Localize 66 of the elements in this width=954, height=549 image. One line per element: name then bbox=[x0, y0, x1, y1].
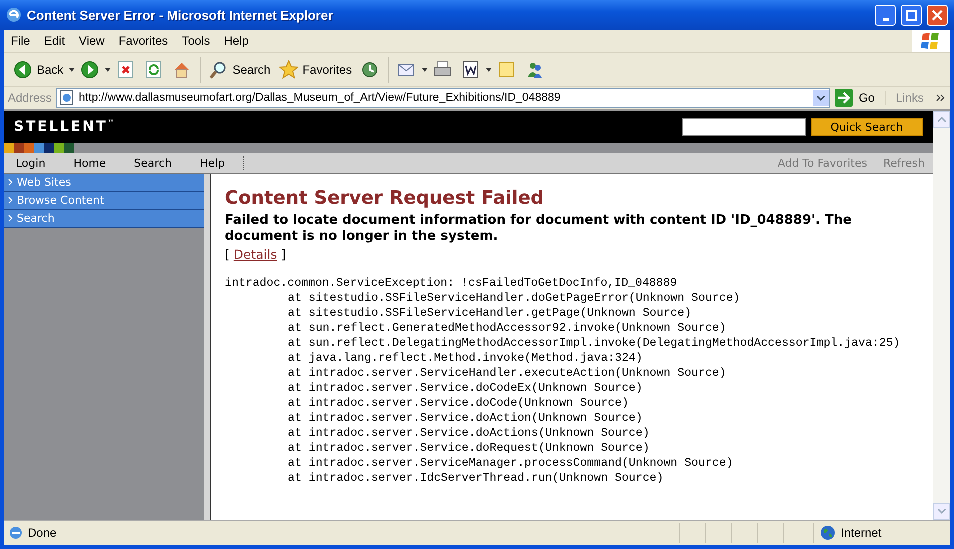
details-link[interactable]: Details bbox=[234, 247, 278, 262]
caret-down-icon bbox=[938, 509, 946, 514]
nav-link[interactable]: Search bbox=[120, 156, 186, 170]
stack-frame-line: at intradoc.server.ServiceManager.processCommand(Unknown Source) bbox=[288, 457, 734, 470]
sidebar-item[interactable]: Search bbox=[4, 210, 204, 228]
search-field[interactable] bbox=[682, 118, 806, 136]
menu-item[interactable]: File bbox=[4, 34, 38, 48]
nav-link[interactable]: Login bbox=[4, 156, 60, 170]
close-icon bbox=[932, 10, 943, 20]
chevron-icon bbox=[8, 179, 13, 186]
color-strip-drawing bbox=[4, 143, 74, 153]
stack-frame-line: at sitestudio.SSFileServiceHandler.getPage(Unknown Source) bbox=[288, 307, 692, 320]
dropdown-caret-icon[interactable] bbox=[812, 90, 829, 106]
minimize-icon bbox=[882, 18, 888, 20]
stack-frame-line: at intradoc.server.ServiceHandler.executeAction(Unknown Source) bbox=[288, 367, 726, 380]
exception-line: intradoc.common.ServiceException: !csFailedToGetDocInfo,ID_048889 bbox=[225, 276, 678, 291]
stack-frame-line: at java.lang.reflect.Method.invoke(Method.java:324) bbox=[288, 352, 643, 365]
bracket: ] bbox=[281, 247, 286, 262]
stack-frame-line: at sitestudio.SSFileServiceHandler.doGetPageError(Unknown Source) bbox=[288, 292, 740, 305]
minimize-button[interactable] bbox=[875, 4, 896, 26]
star-icon bbox=[278, 60, 299, 80]
stack-frame-line: at sun.reflect.GeneratedMethodAccessor92.invoke(Unknown Source) bbox=[288, 322, 726, 335]
stack-frame-line: at intradoc.server.Service.doAction(Unknown Source) bbox=[288, 412, 643, 425]
maximize-icon bbox=[906, 10, 917, 20]
menu-item[interactable]: Help bbox=[217, 34, 256, 48]
browser-icon bbox=[6, 7, 22, 23]
stack-frame-line: at intradoc.server.Service.doActions(Unknown Source) bbox=[288, 427, 650, 440]
maximize-button[interactable] bbox=[901, 4, 922, 26]
dropdown-caret-icon[interactable] bbox=[104, 68, 111, 72]
stack-frame-line: at intradoc.server.Service.doCode(Unknown Source) bbox=[288, 397, 629, 410]
caret-up-icon bbox=[938, 117, 946, 122]
menu-item[interactable]: Favorites bbox=[112, 34, 176, 48]
go-button[interactable]: Go bbox=[834, 89, 881, 107]
toolbar-button[interactable]: Favorites bbox=[276, 58, 356, 82]
chevron-icon[interactable] bbox=[936, 94, 946, 102]
menu-item[interactable]: View bbox=[72, 34, 112, 48]
stack-frame-line: at intradoc.server.Service.doRequest(Unknown Source) bbox=[288, 442, 650, 455]
bracket: [ bbox=[225, 247, 230, 262]
menu-item[interactable]: Tools bbox=[175, 34, 218, 48]
address-label: Address bbox=[8, 91, 52, 105]
address-field[interactable]: http://www.dallasmuseumofart.org/Dallas_Museum_of_Art/View/Future_Exhibitions/ID_048889 bbox=[56, 88, 830, 108]
sidebar-item[interactable]: Web Sites bbox=[4, 174, 204, 192]
dropdown-caret-icon[interactable] bbox=[486, 68, 492, 72]
zone-text: Internet bbox=[841, 526, 882, 540]
toolbar-button[interactable]: Search bbox=[206, 58, 274, 82]
error-message: Failed to locate document information for document with content ID 'ID_048889'. The document is no longer in the system. bbox=[225, 213, 853, 245]
nav-link[interactable]: Home bbox=[60, 156, 120, 170]
stack-frame-line: at intradoc.server.IdcServerThread.run(Unknown Source) bbox=[288, 472, 664, 485]
quick-search-button[interactable]: Quick Search bbox=[811, 118, 923, 136]
stack-frame-line: at intradoc.server.Service.doCodeEx(Unknown Source) bbox=[288, 382, 643, 395]
stack-frame-line: at sun.reflect.DelegatingMethodAccessorImpl.invoke(DelegatingMethodAccessorImpl.java:25) bbox=[288, 337, 900, 350]
window-title: Content Server Error - Microsoft Internet Explorer bbox=[27, 8, 334, 22]
chevron-icon bbox=[8, 197, 13, 204]
menu-item[interactable]: Edit bbox=[37, 34, 72, 48]
toolbar-button[interactable]: Back bbox=[10, 58, 67, 82]
back-icon bbox=[13, 60, 33, 80]
globe-icon bbox=[820, 525, 836, 541]
close-button[interactable] bbox=[927, 4, 948, 26]
sidebar-item[interactable]: Browse Content bbox=[4, 192, 204, 210]
status-text: Done bbox=[28, 526, 58, 540]
dropdown-caret-icon[interactable] bbox=[422, 68, 428, 72]
error-heading: Content Server Request Failed bbox=[225, 188, 546, 209]
dropdown-caret-icon[interactable] bbox=[68, 68, 75, 72]
windows-logo-icon bbox=[920, 32, 942, 50]
nav-link[interactable]: Help bbox=[186, 156, 240, 170]
chevron-icon bbox=[8, 215, 13, 222]
